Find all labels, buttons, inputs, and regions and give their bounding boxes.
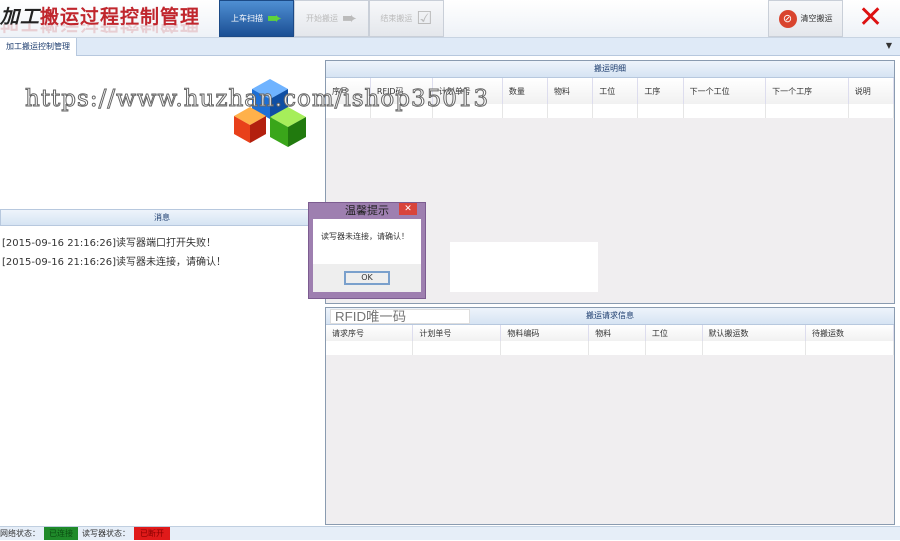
end-transport-button[interactable]: 结束搬运 ☑ <box>369 0 444 37</box>
message-item: [2015-09-16 21:16:26]读写器端口打开失败！ <box>2 238 217 249</box>
detail-table: 序号 RFID码 计划单号 数量 物料 工位 工序 下一个工位 下一个工序 说明 <box>326 78 895 118</box>
column-header[interactable]: 计划单号 <box>412 325 502 341</box>
column-header[interactable]: 工序 <box>637 78 684 104</box>
network-status-badge: 已连接 <box>44 527 78 540</box>
title-reflection: 加工搬运过程控制管理 <box>0 24 200 38</box>
dropdown-icon[interactable]: ▼ <box>886 41 892 50</box>
status-bar: 网络状态： 已连接 读写器状态： 已断开 <box>0 526 900 540</box>
arrow-right-icon: ➨ <box>266 8 283 29</box>
dialog-message: 读写器未连接，请确认！ <box>313 219 421 264</box>
toolbar: 加工搬运过程控制管理 加工搬运过程控制管理 上车扫描➨ 开始搬运➨ 结束搬运☑ … <box>0 0 900 38</box>
ok-button[interactable]: OK <box>344 271 390 285</box>
rfid-input[interactable] <box>330 309 470 324</box>
column-header[interactable]: 请求序号 <box>326 325 414 341</box>
column-header[interactable]: 数量 <box>502 78 549 104</box>
column-header[interactable]: 工位 <box>645 325 703 341</box>
no-entry-icon: ⊘ <box>778 9 797 28</box>
start-transport-button[interactable]: 开始搬运 ➨ <box>294 0 369 37</box>
reader-status-badge: 已断开 <box>134 527 170 540</box>
panel-title: 搬运请求信息 <box>326 308 894 325</box>
column-header[interactable]: 序号 <box>326 78 371 104</box>
column-header[interactable]: RFID码 <box>370 78 433 104</box>
column-header[interactable]: 待搬运数 <box>805 325 894 341</box>
dialog-title: 温馨提示 <box>345 204 389 217</box>
left-pane: 消息 [2015-09-16 21:16:26]读写器端口打开失败！ [2015… <box>0 57 324 525</box>
cubes-logo-icon <box>234 79 306 147</box>
tab-transport-control[interactable]: 加工搬运控制管理 <box>0 38 77 56</box>
table-row[interactable] <box>326 341 894 355</box>
column-header[interactable]: 下一个工位 <box>683 78 767 104</box>
panel-title: 搬运明细 <box>326 61 894 78</box>
column-header[interactable]: 说明 <box>848 78 895 104</box>
checkmark-icon: ☑ <box>416 8 433 29</box>
column-header[interactable]: 物料 <box>588 325 646 341</box>
column-header[interactable]: 下一个工序 <box>765 78 849 104</box>
column-header[interactable]: 物料编码 <box>500 325 590 341</box>
request-table: 请求序号 计划单号 物料编码 物料 工位 默认搬运数 待搬运数 <box>326 325 894 355</box>
column-header[interactable]: 默认搬运数 <box>702 325 807 341</box>
table-row[interactable] <box>326 104 895 118</box>
tab-bar: 加工搬运控制管理 ▼ <box>0 38 900 56</box>
alert-dialog: 温馨提示 ✕ 读写器未连接，请确认！ OK <box>308 202 426 299</box>
close-button[interactable]: ✕ <box>858 0 883 36</box>
column-header[interactable]: 物料 <box>547 78 594 104</box>
column-header[interactable]: 工位 <box>592 78 639 104</box>
messages-header: 消息 <box>0 209 324 226</box>
arrow-right-icon: ➨ <box>341 8 358 29</box>
clear-transport-button[interactable]: ⊘ 清空搬运 <box>768 0 843 37</box>
scan-button[interactable]: 上车扫描 ➨ <box>219 0 294 37</box>
column-header[interactable]: 计划单号 <box>432 78 503 104</box>
transport-request-panel: 搬运请求信息 请求序号 计划单号 物料编码 物料 工位 默认搬运数 待搬运数 <box>325 307 895 525</box>
blank-area <box>450 242 598 292</box>
close-icon[interactable]: ✕ <box>399 203 417 215</box>
message-item: [2015-09-16 21:16:26]读写器未连接，请确认！ <box>2 257 227 268</box>
